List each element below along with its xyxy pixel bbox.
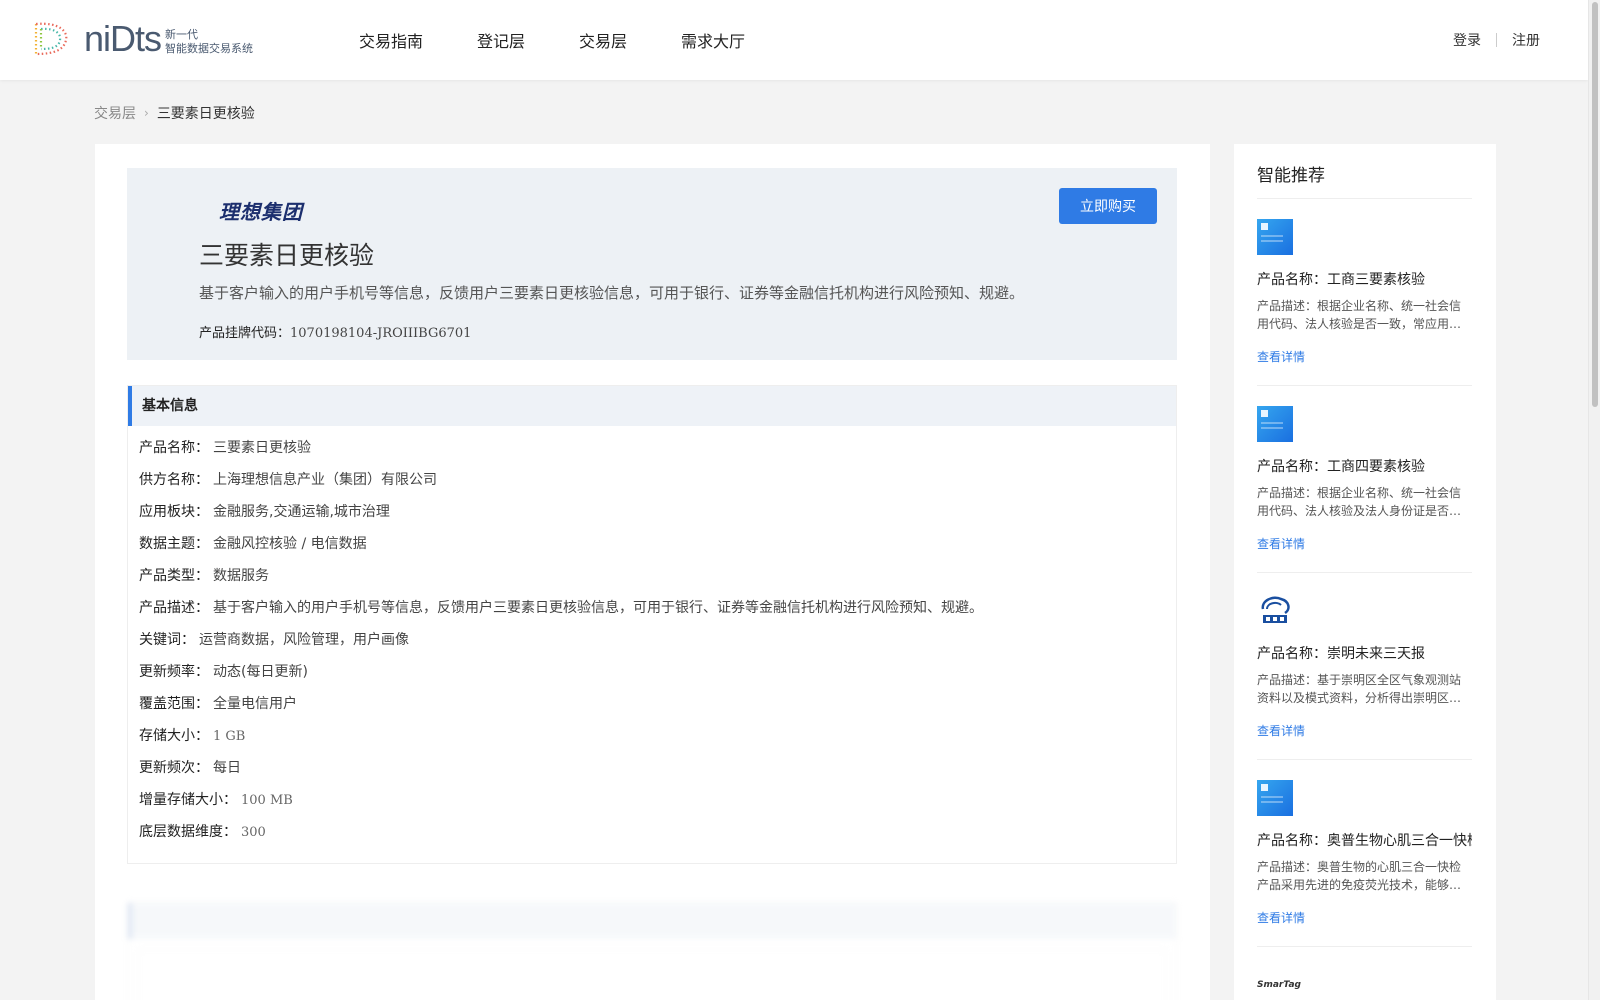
info-label: 底层数据维度： bbox=[139, 824, 237, 840]
info-row-incremental-size: 增量存储大小： 100 MB bbox=[139, 790, 1176, 822]
view-details-link[interactable]: 查看详情 bbox=[1257, 348, 1305, 365]
provider-logo: 理想集团 bbox=[219, 200, 303, 224]
buy-now-button[interactable]: 立即购买 bbox=[1059, 188, 1157, 224]
info-value: 100 MB bbox=[241, 793, 293, 808]
listing-code-value: 1070198104-JROIIIBG6701 bbox=[290, 326, 472, 341]
blue-data-thumbnail-icon bbox=[1257, 219, 1293, 255]
recommend-item-desc: 产品描述：根据企业名称、统一社会信用代码、法人核验是否一致，常应用… bbox=[1257, 299, 1462, 331]
info-value: 运营商数据，风险管理，用户画像 bbox=[199, 632, 409, 648]
info-label: 更新频率： bbox=[139, 664, 209, 680]
top-header: niDts 新一代 智能数据交易系统 交易指南 登记层 交易层 需求大厅 登录 … bbox=[0, 0, 1588, 80]
basic-info-section: 基本信息 产品名称： 三要素日更核验 供方名称： 上海理想信息产业（集团）有限公司 … bbox=[127, 385, 1177, 864]
recommend-item-desc: 产品描述：根据企业名称、统一社会信用代码、法人核验及法人身份证是否… bbox=[1257, 486, 1462, 518]
info-label: 关键词： bbox=[139, 632, 195, 648]
blue-data-thumbnail-icon bbox=[1257, 780, 1293, 816]
recommend-item-name: 产品名称：工商三要素核验 bbox=[1257, 272, 1425, 288]
logo-subtitle-line2: 智能数据交易系统 bbox=[165, 42, 254, 55]
basic-info-list: 产品名称： 三要素日更核验 供方名称： 上海理想信息产业（集团）有限公司 应用板块：… bbox=[128, 426, 1176, 854]
recommend-item-name: 产品名称：奥普生物心肌三合一快检 bbox=[1257, 833, 1472, 849]
weather-logo-icon bbox=[1257, 593, 1293, 629]
info-row-update-times: 更新频次： 每日 bbox=[139, 758, 1176, 790]
info-label: 数据主题： bbox=[139, 536, 209, 552]
auth-links: 登录 注册 bbox=[1453, 30, 1540, 50]
recommend-item-name: 产品名称：工商四要素核验 bbox=[1257, 459, 1425, 475]
info-row-storage-size: 存储大小： 1 GB bbox=[139, 726, 1176, 758]
recommend-item-desc: 产品描述：奥普生物的心肌三合一快检产品采用先进的免疫荧光技术，能够… bbox=[1257, 860, 1462, 892]
info-row-product-type: 产品类型： 数据服务 bbox=[139, 566, 1176, 598]
blurred-section-heading bbox=[128, 903, 1176, 939]
info-value: 金融风控核验 / 电信数据 bbox=[213, 536, 367, 552]
info-label: 覆盖范围： bbox=[139, 696, 209, 712]
scrollbar-thumb[interactable] bbox=[1592, 2, 1598, 407]
nav-registration-layer[interactable]: 登记层 bbox=[477, 28, 525, 52]
info-row-supplier: 供方名称： 上海理想信息产业（集团）有限公司 bbox=[139, 470, 1176, 502]
view-details-link[interactable]: 查看详情 bbox=[1257, 722, 1305, 739]
info-value: 三要素日更核验 bbox=[213, 440, 311, 456]
info-label: 产品描述： bbox=[139, 600, 209, 616]
dotted-d-logo-icon bbox=[34, 22, 68, 56]
info-value: 全量电信用户 bbox=[213, 696, 297, 712]
product-hero: 理想集团 三要素日更核验 基于客户输入的用户手机号等信息，反馈用户三要素日更核验… bbox=[127, 168, 1177, 360]
breadcrumb-parent[interactable]: 交易层 bbox=[94, 103, 136, 123]
blurred-usage-section bbox=[127, 902, 1177, 1000]
info-value: 上海理想信息产业（集团）有限公司 bbox=[213, 472, 437, 488]
info-value: 动态(每日更新) bbox=[213, 664, 308, 680]
info-value: 金融服务,交通运输,城市治理 bbox=[213, 504, 390, 520]
info-value: 每日 bbox=[213, 760, 241, 776]
page-scrollbar[interactable] bbox=[1588, 0, 1600, 1000]
info-label: 应用板块： bbox=[139, 504, 209, 520]
register-link[interactable]: 注册 bbox=[1512, 30, 1540, 50]
breadcrumb-current: 三要素日更核验 bbox=[156, 106, 255, 122]
info-label: 供方名称： bbox=[139, 472, 209, 488]
nav-trading-guide[interactable]: 交易指南 bbox=[359, 28, 423, 52]
listing-code: 产品挂牌代码：1070198104-JROIIIBG6701 bbox=[199, 322, 471, 341]
info-value: 基于客户输入的用户手机号等信息，反馈用户三要素日更核验信息，可用于银行、证券等金… bbox=[213, 600, 983, 616]
nav-trading-layer[interactable]: 交易层 bbox=[579, 28, 627, 52]
recommend-item[interactable]: 产品名称：奥普生物心肌三合一快检 产品描述：奥普生物的心肌三合一快检产品采用先进… bbox=[1257, 760, 1472, 947]
info-row-product-name: 产品名称： 三要素日更核验 bbox=[139, 438, 1176, 470]
blue-data-thumbnail-icon bbox=[1257, 406, 1293, 442]
info-row-coverage: 覆盖范围： 全量电信用户 bbox=[139, 694, 1176, 726]
chevron-right-icon: › bbox=[144, 106, 149, 120]
info-label: 存储大小： bbox=[139, 728, 209, 744]
info-row-description: 产品描述： 基于客户输入的用户手机号等信息，反馈用户三要素日更核验信息，可用于银行… bbox=[139, 598, 1176, 630]
info-value: 300 bbox=[241, 825, 266, 840]
recommend-title: 智能推荐 bbox=[1257, 166, 1325, 186]
info-row-dimensions: 底层数据维度： 300 bbox=[139, 822, 1176, 854]
product-title: 三要素日更核验 bbox=[199, 241, 375, 270]
info-row-update-frequency: 更新频率： 动态(每日更新) bbox=[139, 662, 1176, 694]
recommend-sidebar: 智能推荐 产品名称：工商三要素核验 产品描述：根据企业名称、统一社会信用代码、法… bbox=[1234, 144, 1496, 1000]
recommend-item[interactable]: 产品名称：工商四要素核验 产品描述：根据企业名称、统一社会信用代码、法人核验及法… bbox=[1257, 386, 1472, 573]
logo-subtitle-line1: 新一代 bbox=[165, 28, 199, 41]
logo-subtitle: 新一代 智能数据交易系统 bbox=[165, 28, 253, 56]
nav-demand-hall[interactable]: 需求大厅 bbox=[681, 28, 745, 52]
info-row-application: 应用板块： 金融服务,交通运输,城市治理 bbox=[139, 502, 1176, 534]
info-row-keywords: 关键词： 运营商数据，风险管理，用户画像 bbox=[139, 630, 1176, 662]
recommend-item-desc: 产品描述：基于崇明区全区气象观测站资料以及模式资料，分析得出崇明区… bbox=[1257, 673, 1462, 705]
product-summary: 基于客户输入的用户手机号等信息，反馈用户三要素日更核验信息，可用于银行、证券等金… bbox=[199, 284, 1025, 302]
view-details-link[interactable]: 查看详情 bbox=[1257, 535, 1305, 552]
blurred-section-body bbox=[138, 949, 1166, 1000]
listing-code-label: 产品挂牌代码： bbox=[199, 326, 291, 341]
auth-divider bbox=[1496, 33, 1497, 47]
info-value: 数据服务 bbox=[213, 568, 269, 584]
partial-smartag-logo: SmarTag bbox=[1257, 980, 1301, 990]
breadcrumb: 交易层 › 三要素日更核验 bbox=[94, 103, 255, 123]
view-details-link[interactable]: 查看详情 bbox=[1257, 909, 1305, 926]
logo-wordmark: niDts bbox=[84, 18, 162, 59]
info-value: 1 GB bbox=[213, 729, 246, 744]
info-label: 产品类型： bbox=[139, 568, 209, 584]
recommend-item[interactable]: 产品名称：工商三要素核验 产品描述：根据企业名称、统一社会信用代码、法人核验是否… bbox=[1257, 199, 1472, 386]
info-label: 增量存储大小： bbox=[139, 792, 237, 808]
main-nav: 交易指南 登记层 交易层 需求大厅 bbox=[359, 28, 799, 52]
login-link[interactable]: 登录 bbox=[1453, 30, 1481, 50]
recommend-item-name: 产品名称：崇明未来三天报 bbox=[1257, 646, 1425, 662]
info-label: 产品名称： bbox=[139, 440, 209, 456]
info-label: 更新频次： bbox=[139, 760, 209, 776]
info-row-data-theme: 数据主题： 金融风控核验 / 电信数据 bbox=[139, 534, 1176, 566]
basic-info-heading: 基本信息 bbox=[128, 386, 1176, 426]
recommend-item[interactable]: 产品名称：崇明未来三天报 产品描述：基于崇明区全区气象观测站资料以及模式资料，分… bbox=[1257, 573, 1472, 760]
product-detail-card: 理想集团 三要素日更核验 基于客户输入的用户手机号等信息，反馈用户三要素日更核验… bbox=[95, 144, 1210, 1000]
site-logo[interactable]: niDts 新一代 智能数据交易系统 bbox=[30, 20, 253, 58]
